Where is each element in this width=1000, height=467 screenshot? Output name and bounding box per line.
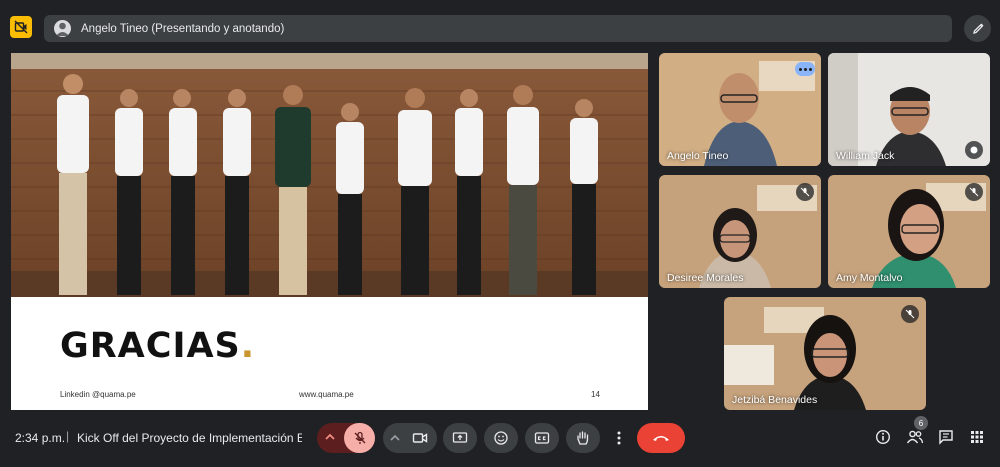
captions-icon	[534, 432, 550, 444]
chat-icon[interactable]	[938, 429, 954, 445]
present-button[interactable]	[443, 423, 477, 453]
more-options-button[interactable]	[608, 423, 630, 453]
mic-off-icon	[796, 183, 814, 201]
slide-title: GRACIAS.	[60, 326, 256, 366]
team-photo	[11, 53, 648, 297]
meet-window: Angelo Tineo (Presentando y anotando) GR…	[0, 0, 1000, 467]
participant-name: Angelo Tineo	[667, 150, 729, 162]
mic-off-icon	[354, 431, 365, 444]
captions-button[interactable]	[525, 423, 559, 453]
slide-footer-website: www.quama.pe	[299, 390, 354, 399]
end-call-button[interactable]	[637, 423, 685, 453]
slide-footer-linkedin: Linkedin @quama.pe	[60, 390, 136, 399]
participant-name: William Jack	[836, 150, 895, 162]
presenter-avatar	[54, 20, 71, 37]
participant-name: Amy Montalvo	[836, 272, 903, 284]
participant-name: Desiree Morales	[667, 272, 744, 284]
speaking-indicator	[795, 62, 815, 76]
presenter-label: Angelo Tineo (Presentando y anotando)	[81, 22, 285, 35]
presentation-slide: GRACIAS. Linkedin @quama.pe www.quama.pe…	[11, 53, 648, 410]
mic-off-icon	[965, 183, 983, 201]
participant-tile[interactable]: Angelo Tineo	[659, 53, 821, 166]
camera-options-button[interactable]	[388, 431, 402, 445]
emoji-button[interactable]	[484, 423, 518, 453]
camera-icon[interactable]	[412, 431, 428, 445]
presenter-banner: Angelo Tineo (Presentando y anotando)	[44, 15, 952, 42]
meeting-title: Kick Off del Proyecto de Implementación …	[77, 431, 302, 445]
participant-tile[interactable]: Desiree Morales	[659, 175, 821, 288]
pen-icon	[972, 23, 983, 34]
annotate-button[interactable]	[964, 15, 991, 42]
mic-options-button[interactable]	[323, 430, 337, 444]
top-bar: Angelo Tineo (Presentando y anotando)	[0, 0, 1000, 52]
participant-name: Jetzibá Benavides	[732, 394, 818, 406]
slide-page-number: 14	[591, 390, 600, 399]
raise-hand-button[interactable]	[566, 423, 600, 453]
participant-tile[interactable]: William Jack	[828, 53, 990, 166]
present-screen-icon	[452, 432, 468, 443]
apps-icon[interactable]	[969, 429, 985, 445]
camera-control-group	[383, 423, 437, 453]
people-icon[interactable]	[906, 429, 924, 445]
meet-logo-icon[interactable]	[10, 16, 32, 38]
participant-tile[interactable]: Amy Montalvo	[828, 175, 990, 288]
emoji-icon	[494, 431, 508, 445]
participant-count-badge: 6	[914, 416, 928, 430]
footer-separator: |	[66, 429, 70, 443]
more-vert-icon	[617, 431, 621, 445]
mic-off-icon	[901, 305, 919, 323]
mic-control-group	[317, 423, 375, 453]
participant-menu-button[interactable]	[965, 141, 983, 159]
bottom-toolbar: 2:34 p.m. | Kick Off del Proyecto de Imp…	[0, 416, 1000, 467]
participant-tile[interactable]: Jetzibá Benavides	[724, 297, 926, 410]
raise-hand-icon	[577, 431, 589, 445]
end-call-icon	[653, 436, 669, 441]
meeting-time: 2:34 p.m.	[15, 431, 66, 445]
mic-toggle-button[interactable]	[344, 423, 375, 453]
info-icon[interactable]	[875, 429, 891, 445]
